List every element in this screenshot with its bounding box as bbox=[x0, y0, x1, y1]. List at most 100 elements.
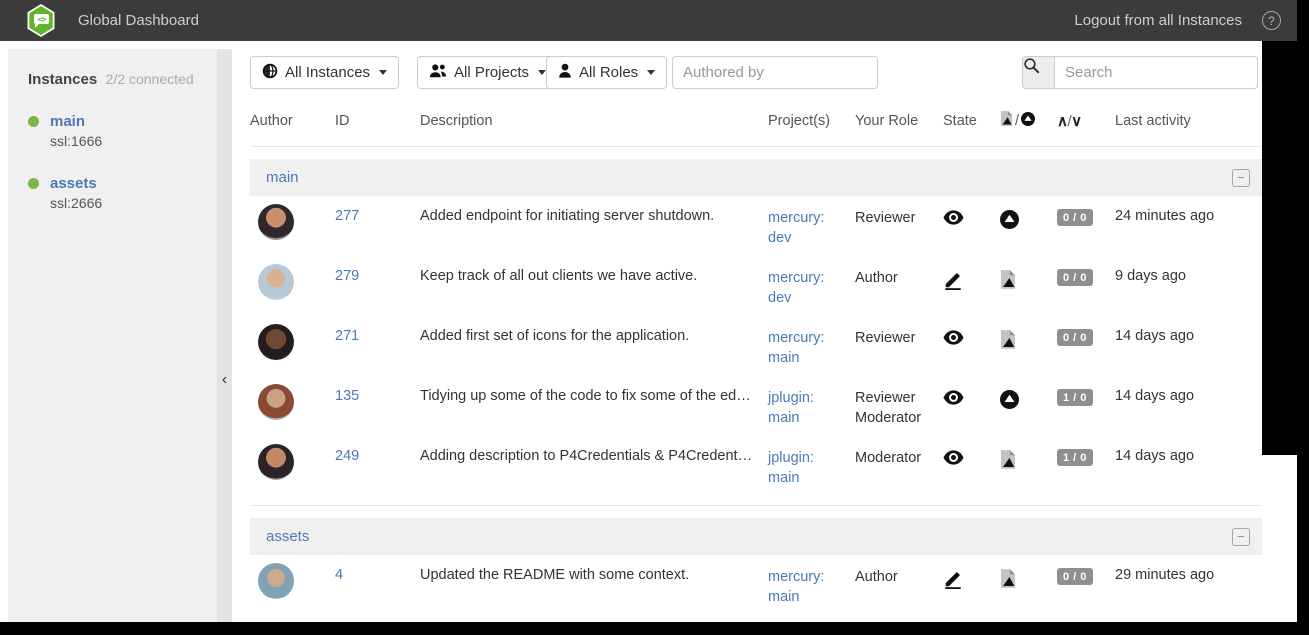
sidebar-collapse-strip[interactable]: ‹ bbox=[217, 49, 232, 622]
project-link[interactable]: mercury: bbox=[768, 328, 855, 348]
instance-link[interactable]: main bbox=[50, 113, 217, 130]
tests-icon bbox=[1000, 277, 1016, 293]
review-row[interactable]: 279 Keep track of all out clients we hav… bbox=[250, 256, 1262, 316]
avatar[interactable] bbox=[258, 204, 294, 240]
review-id-link[interactable]: 279 bbox=[335, 268, 359, 284]
slash-label: / bbox=[1015, 113, 1019, 129]
authored-by-input[interactable] bbox=[672, 56, 878, 89]
app-frame: Instances 2/2 connected main ssl:1666 as… bbox=[0, 41, 1262, 622]
col-votes: ∧/∨ bbox=[1057, 112, 1115, 130]
status-cell bbox=[1000, 328, 1057, 376]
dashboard-main: All Instances All Projects All Roles bbox=[250, 41, 1262, 622]
project-link[interactable]: jplugin: bbox=[768, 388, 855, 408]
instance-address: ssl:1666 bbox=[50, 133, 217, 149]
review-id-link[interactable]: 4 bbox=[335, 567, 343, 583]
review-id-link[interactable]: 277 bbox=[335, 208, 359, 224]
connected-count: 2/2 connected bbox=[106, 71, 194, 87]
avatar[interactable] bbox=[258, 264, 294, 300]
group-header-assets: assets − bbox=[250, 518, 1262, 555]
swarm-logo-icon: <> bbox=[26, 4, 56, 37]
project-branch-link[interactable]: dev bbox=[768, 228, 855, 248]
project-link[interactable]: mercury: bbox=[768, 567, 855, 587]
last-activity: 29 minutes ago bbox=[1115, 567, 1262, 615]
help-icon[interactable]: ? bbox=[1262, 11, 1281, 30]
review-row[interactable]: 271 Added first set of icons for the app… bbox=[250, 316, 1262, 376]
state-cell bbox=[943, 268, 1000, 316]
role-label: Moderator bbox=[855, 408, 943, 428]
votes-badge: 1 / 0 bbox=[1057, 449, 1093, 466]
all-instances-label: All Instances bbox=[285, 64, 370, 81]
avatar[interactable] bbox=[258, 324, 294, 360]
review-description: Added first set of icons for the applica… bbox=[420, 328, 768, 376]
review-row[interactable]: 135 Tidying up some of the code to fix s… bbox=[250, 376, 1262, 436]
deploy-icon bbox=[1000, 397, 1019, 413]
project-branch-link[interactable]: main bbox=[768, 408, 855, 428]
logout-all-link[interactable]: Logout from all Instances bbox=[1074, 12, 1242, 29]
instance-link[interactable]: assets bbox=[50, 175, 217, 192]
all-roles-label: All Roles bbox=[579, 64, 638, 81]
last-activity: 14 days ago bbox=[1115, 388, 1262, 436]
state-cell bbox=[943, 328, 1000, 376]
group-name-link[interactable]: assets bbox=[266, 528, 309, 545]
project-branch-link[interactable]: main bbox=[768, 348, 855, 368]
project-link[interactable]: mercury: bbox=[768, 268, 855, 288]
all-projects-label: All Projects bbox=[454, 64, 529, 81]
project-link[interactable]: mercury: bbox=[768, 208, 855, 228]
project-branch-link[interactable]: main bbox=[768, 587, 855, 607]
sidebar-item-assets[interactable]: assets ssl:2666 bbox=[28, 175, 217, 211]
collapse-group-button[interactable]: − bbox=[1232, 169, 1250, 187]
globe-icon bbox=[262, 63, 278, 83]
pencil-icon bbox=[943, 278, 963, 294]
votes-badge: 0 / 0 bbox=[1057, 209, 1093, 226]
project-branch-link[interactable]: dev bbox=[768, 288, 855, 308]
status-cell bbox=[1000, 208, 1057, 256]
col-projects: Project(s) bbox=[768, 113, 855, 129]
review-row[interactable]: 249 Adding description to P4Credentials … bbox=[250, 436, 1262, 496]
pencil-icon bbox=[943, 577, 963, 593]
col-description: Description bbox=[420, 113, 768, 129]
avatar[interactable] bbox=[258, 563, 294, 599]
all-projects-dropdown[interactable]: All Projects bbox=[417, 56, 558, 89]
review-description: Added endpoint for initiating server shu… bbox=[420, 208, 768, 256]
review-row[interactable]: 277 Added endpoint for initiating server… bbox=[250, 196, 1262, 256]
all-instances-dropdown[interactable]: All Instances bbox=[250, 56, 399, 89]
status-cell bbox=[1000, 388, 1057, 436]
last-activity: 9 days ago bbox=[1115, 268, 1262, 316]
tests-icon bbox=[1000, 337, 1016, 353]
role-label: Reviewer bbox=[855, 328, 943, 348]
chevron-left-icon[interactable]: ‹ bbox=[217, 369, 232, 391]
status-dot-icon bbox=[28, 178, 39, 189]
col-author: Author bbox=[250, 113, 335, 129]
search-icon[interactable] bbox=[1022, 56, 1055, 89]
chevron-down-icon bbox=[379, 70, 387, 75]
filter-bar: All Instances All Projects All Roles bbox=[250, 56, 1262, 89]
all-roles-dropdown[interactable]: All Roles bbox=[546, 56, 667, 89]
status-cell bbox=[1000, 448, 1057, 496]
state-cell bbox=[943, 567, 1000, 615]
tests-icon bbox=[1000, 457, 1016, 473]
sidebar-item-main[interactable]: main ssl:1666 bbox=[28, 113, 217, 149]
avatar[interactable] bbox=[258, 444, 294, 480]
down-vote-icon: ∨ bbox=[1071, 113, 1081, 130]
person-icon bbox=[558, 63, 572, 82]
review-id-link[interactable]: 249 bbox=[335, 448, 359, 464]
votes-badge: 1 / 0 bbox=[1057, 389, 1093, 406]
review-id-link[interactable]: 271 bbox=[335, 328, 359, 344]
group-header-main: main − bbox=[250, 159, 1262, 196]
project-link[interactable]: jplugin: bbox=[768, 448, 855, 468]
group-name-link[interactable]: main bbox=[266, 169, 299, 186]
col-tests-deploy: / bbox=[1000, 111, 1057, 130]
collapse-group-button[interactable]: − bbox=[1232, 528, 1250, 546]
role-label: Reviewer bbox=[855, 388, 943, 408]
project-branch-link[interactable]: main bbox=[768, 468, 855, 488]
group-icon bbox=[429, 63, 447, 82]
search-input[interactable] bbox=[1055, 56, 1258, 89]
col-role: Your Role bbox=[855, 113, 943, 129]
avatar[interactable] bbox=[258, 384, 294, 420]
review-row[interactable]: 4 Updated the README with some context. … bbox=[250, 555, 1262, 615]
review-id-link[interactable]: 135 bbox=[335, 388, 359, 404]
instance-address: ssl:2666 bbox=[50, 195, 217, 211]
search-group bbox=[1022, 56, 1258, 89]
votes-badge: 0 / 0 bbox=[1057, 329, 1093, 346]
deploy-icon bbox=[1000, 217, 1019, 233]
